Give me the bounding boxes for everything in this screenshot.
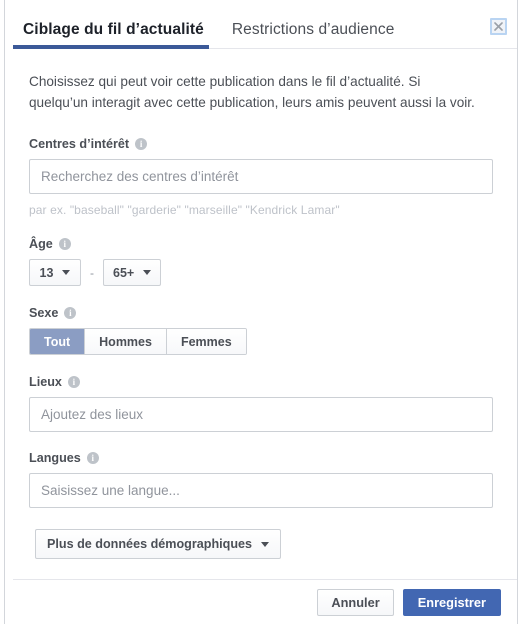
gender-option-women[interactable]: Femmes (166, 329, 246, 354)
info-icon[interactable]: i (58, 238, 71, 250)
field-languages: Langues i (29, 451, 493, 508)
active-tab-underline (13, 45, 209, 49)
interests-label-row: Centres d’intérêt i (29, 137, 493, 151)
info-icon[interactable]: i (86, 452, 99, 464)
age-min-select[interactable]: 13 (29, 259, 81, 286)
gender-option-men[interactable]: Hommes (85, 329, 167, 354)
dialog-footer: Annuler Enregistrer (13, 579, 517, 624)
gender-label-row: Sexe i (29, 306, 493, 320)
languages-label: Langues (29, 451, 81, 465)
locations-input[interactable] (29, 397, 493, 432)
age-range-row: 13 - 65+ (29, 259, 493, 286)
age-label-row: Âge i (29, 237, 493, 251)
audience-targeting-dialog: Ciblage du fil d’actualité Restrictions … (4, 0, 518, 624)
info-icon[interactable]: i (135, 138, 148, 150)
interests-input[interactable] (29, 159, 493, 194)
field-gender: Sexe i Tout Hommes Femmes (29, 306, 493, 355)
locations-label: Lieux (29, 375, 62, 389)
more-demographics-label: Plus de données démographiques (47, 537, 253, 551)
field-age: Âge i 13 - 65+ (29, 237, 493, 286)
cancel-button[interactable]: Annuler (317, 588, 394, 616)
dialog-tabbar: Ciblage du fil d’actualité Restrictions … (5, 0, 517, 49)
close-icon (494, 22, 503, 31)
age-label: Âge (29, 237, 53, 251)
tab-label: Ciblage du fil d’actualité (23, 20, 204, 38)
languages-input[interactable] (29, 473, 493, 508)
age-max-value: 65+ (113, 265, 135, 280)
gender-label: Sexe (29, 306, 59, 320)
dialog-description: Choisissez qui peut voir cette publicati… (29, 74, 475, 110)
more-demographics-button[interactable]: Plus de données démographiques (35, 529, 282, 559)
chevron-down-icon (62, 270, 71, 275)
interests-label: Centres d’intérêt (29, 137, 130, 151)
info-icon[interactable]: i (64, 307, 77, 319)
field-locations: Lieux i (29, 375, 493, 432)
close-button[interactable] (490, 18, 507, 35)
dialog-body: Choisissez qui peut voir cette publicati… (5, 49, 517, 579)
gender-option-all[interactable]: Tout (30, 329, 86, 354)
languages-label-row: Langues i (29, 451, 493, 465)
field-interests: Centres d’intérêt i par ex. "baseball" "… (29, 137, 493, 217)
info-icon[interactable]: i (67, 376, 80, 388)
chevron-down-icon (143, 270, 152, 275)
age-max-select[interactable]: 65+ (103, 259, 162, 286)
tabbar-divider (209, 48, 517, 49)
gender-segmented-control: Tout Hommes Femmes (29, 328, 247, 355)
locations-label-row: Lieux i (29, 375, 493, 389)
save-button[interactable]: Enregistrer (402, 588, 501, 616)
age-min-value: 13 (39, 265, 54, 280)
tab-audience-restrictions[interactable]: Restrictions d’audience (232, 0, 395, 54)
tab-label: Restrictions d’audience (231, 20, 395, 38)
interests-hint: par ex. "baseball" "garderie" "marseille… (29, 203, 340, 217)
age-range-separator: - (90, 265, 94, 280)
chevron-down-icon (261, 541, 270, 547)
